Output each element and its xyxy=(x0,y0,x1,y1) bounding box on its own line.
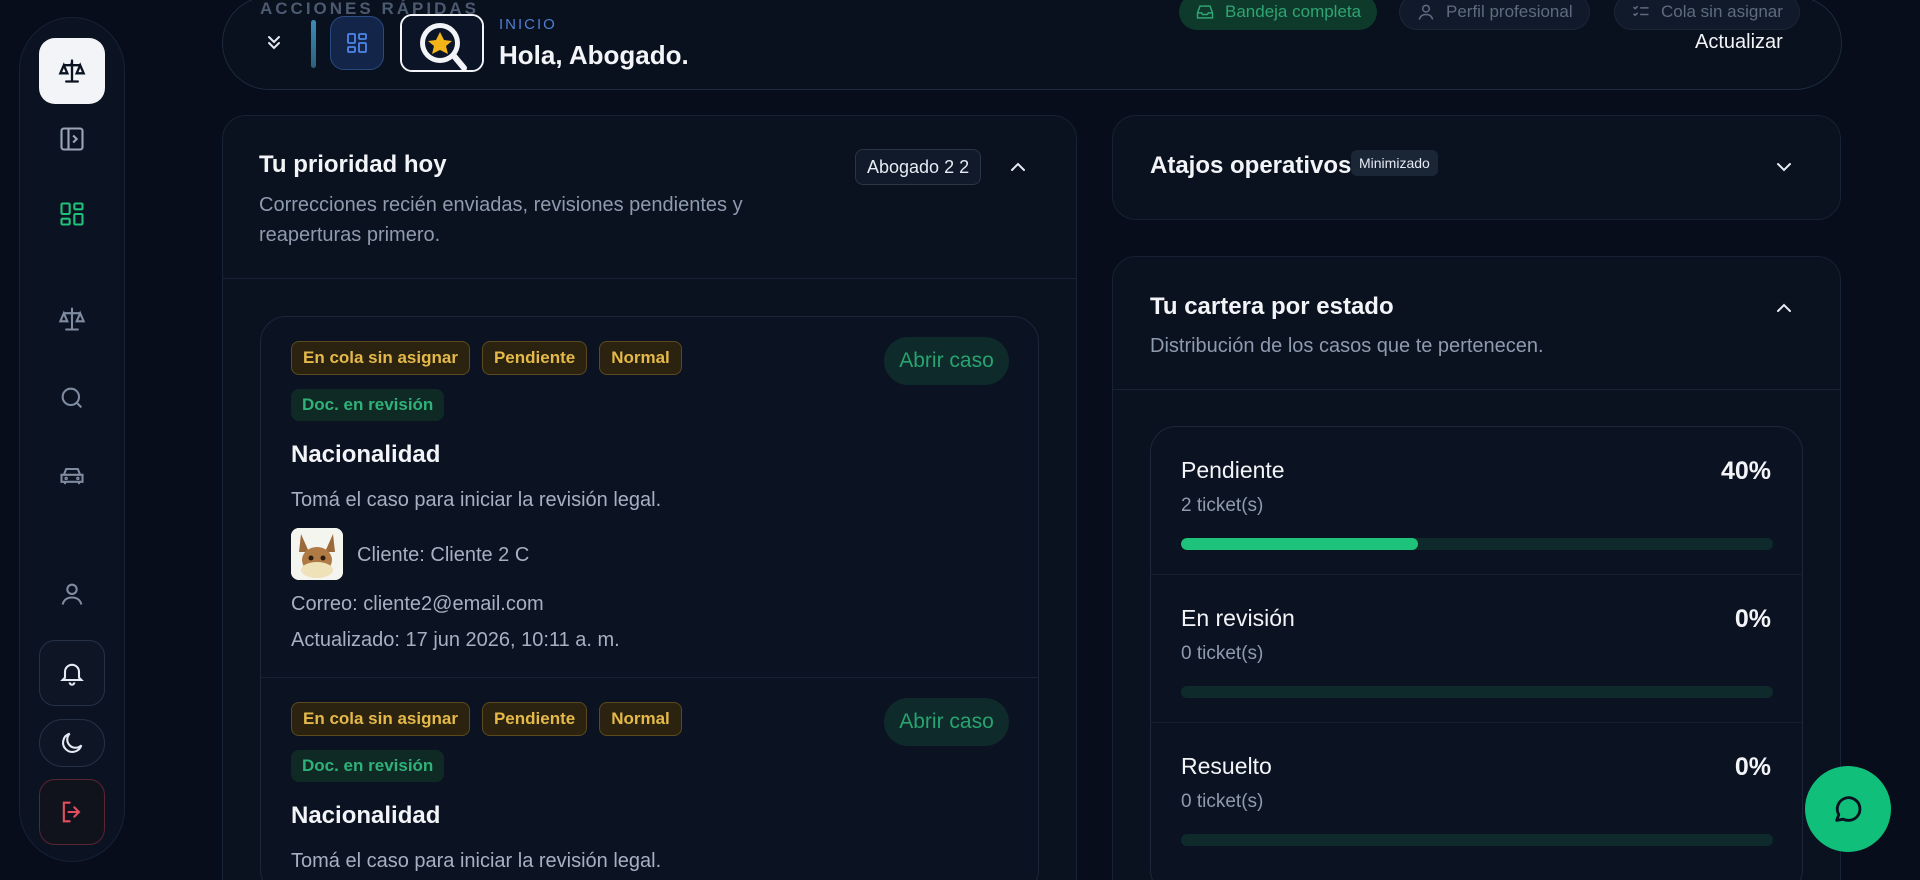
priority-subtitle-1: Correcciones recién enviadas, revisiones… xyxy=(259,194,743,216)
unassigned-queue-label: Cola sin asignar xyxy=(1661,2,1783,21)
status-chip: Pendiente xyxy=(481,702,588,736)
status-percent: 0% xyxy=(1734,605,1771,633)
case-item[interactable]: En cola sin asignar Pendiente Normal Doc… xyxy=(261,678,1038,880)
fox-avatar-icon xyxy=(291,528,343,580)
case-email: Correo: cliente2@email.com xyxy=(291,593,544,615)
status-percent: 40% xyxy=(1720,457,1771,485)
open-case-button[interactable]: Abrir caso xyxy=(884,337,1009,385)
progress-fill xyxy=(1181,538,1418,550)
panel-toggle-icon xyxy=(60,127,84,151)
bell-icon xyxy=(60,663,84,686)
status-row-resuelto: Resuelto 0% 0 ticket(s) xyxy=(1151,723,1801,871)
search-icon xyxy=(61,387,83,409)
priority-chip: Normal xyxy=(599,341,682,375)
sidebar-item-vehicles[interactable] xyxy=(39,443,105,509)
status-count: 0 ticket(s) xyxy=(1181,791,1264,812)
inbox-button-label: Bandeja completa xyxy=(1225,2,1362,21)
open-case-button[interactable]: Abrir caso xyxy=(884,698,1009,746)
chat-bubble-icon xyxy=(1835,796,1862,822)
status-row-en-revision: En revisión 0% 0 ticket(s) xyxy=(1151,575,1802,723)
case-title: Nacionalidad xyxy=(291,441,441,468)
case-chips: En cola sin asignar Pendiente Normal xyxy=(291,702,682,736)
inbox-button[interactable]: Bandeja completa xyxy=(1179,0,1378,30)
priority-subtitle-2: reaperturas primero. xyxy=(259,224,441,246)
sidebar-item-profile[interactable] xyxy=(39,561,105,627)
progress-track xyxy=(1181,686,1773,698)
theme-toggle-button[interactable] xyxy=(39,719,105,767)
case-description: Tomá el caso para iniciar la revisión le… xyxy=(291,850,662,872)
progress-track xyxy=(1181,834,1773,846)
quick-menu-button[interactable] xyxy=(330,16,384,70)
minimized-badge: Minimizado xyxy=(1351,150,1438,176)
logout-icon xyxy=(62,801,81,823)
inbox-icon xyxy=(1196,5,1214,19)
assignee-badge: Abogado 2 2 xyxy=(855,149,982,185)
professional-profile-button[interactable]: Perfil profesional xyxy=(1399,0,1590,30)
status-row-pendiente: Pendiente 40% 2 ticket(s) xyxy=(1151,427,1802,575)
case-updated: Actualizado: 17 jun 2026, 10:11 a. m. xyxy=(291,629,620,651)
app-avatar xyxy=(400,14,484,72)
user-icon xyxy=(61,583,83,605)
greeting: Hola, Abogado. xyxy=(499,40,689,70)
progress-track xyxy=(1181,538,1773,550)
logo-button[interactable] xyxy=(39,38,105,104)
status-chip: Pendiente xyxy=(481,341,588,375)
case-chips: En cola sin asignar Pendiente Normal xyxy=(291,341,682,375)
status-name: En revisión xyxy=(1181,605,1295,631)
dashboard-grid-icon xyxy=(347,33,367,53)
portfolio-title: Tu cartera por estado xyxy=(1150,293,1394,320)
chevron-up-icon[interactable] xyxy=(1006,155,1030,179)
magnifier-mascot-icon xyxy=(402,16,482,70)
client-avatar xyxy=(291,528,343,580)
queue-chip: En cola sin asignar xyxy=(291,702,470,736)
chevron-down-icon[interactable] xyxy=(1772,155,1796,179)
sidebar-item-dashboard[interactable] xyxy=(39,181,105,247)
scale-icon xyxy=(58,307,86,331)
accent-divider xyxy=(311,20,316,68)
portfolio-subtitle: Distribución de los casos que te pertene… xyxy=(1150,335,1544,357)
case-title: Nacionalidad xyxy=(291,802,441,829)
chat-button[interactable] xyxy=(1805,766,1891,852)
section-label: INICIO xyxy=(499,16,557,33)
sidebar xyxy=(19,17,125,862)
status-count: 0 ticket(s) xyxy=(1181,643,1264,664)
priority-title: Tu prioridad hoy xyxy=(259,151,447,178)
case-list: En cola sin asignar Pendiente Normal Doc… xyxy=(260,316,1039,880)
divider xyxy=(1113,389,1840,390)
status-percent: 0% xyxy=(1734,753,1771,781)
chevrons-down-icon[interactable] xyxy=(262,30,286,54)
divider xyxy=(223,278,1076,279)
refresh-button[interactable]: Actualizar xyxy=(1695,31,1783,54)
professional-profile-label: Perfil profesional xyxy=(1446,2,1573,21)
notifications-button[interactable] xyxy=(39,640,105,706)
queue-chip: En cola sin asignar xyxy=(291,341,470,375)
sidebar-item-search[interactable] xyxy=(39,365,105,431)
dashboard-grid-icon xyxy=(60,202,84,226)
user-icon xyxy=(1418,4,1434,20)
sidebar-item-cases[interactable] xyxy=(39,286,105,352)
case-description: Tomá el caso para iniciar la revisión le… xyxy=(291,489,662,511)
case-client: Cliente: Cliente 2 C xyxy=(357,544,530,566)
car-icon xyxy=(60,467,84,485)
shortcuts-title: Atajos operativos xyxy=(1150,152,1352,179)
list-check-icon xyxy=(1632,5,1649,17)
doc-chip: Doc. en revisión xyxy=(291,389,445,421)
toggle-sidebar-button[interactable] xyxy=(39,106,105,172)
status-name: Pendiente xyxy=(1181,457,1285,483)
doc-chip: Doc. en revisión xyxy=(291,750,445,782)
status-list: Pendiente 40% 2 ticket(s) En revisión 0%… xyxy=(1150,426,1803,880)
moon-icon xyxy=(62,732,83,753)
logout-button[interactable] xyxy=(39,779,105,845)
case-item[interactable]: En cola sin asignar Pendiente Normal Doc… xyxy=(261,317,1038,678)
chevron-up-icon[interactable] xyxy=(1772,296,1796,320)
unassigned-queue-button[interactable]: Cola sin asignar xyxy=(1614,0,1800,30)
scale-icon xyxy=(58,59,86,83)
status-name: Resuelto xyxy=(1181,753,1272,779)
status-count: 2 ticket(s) xyxy=(1181,495,1264,516)
priority-chip: Normal xyxy=(599,702,682,736)
